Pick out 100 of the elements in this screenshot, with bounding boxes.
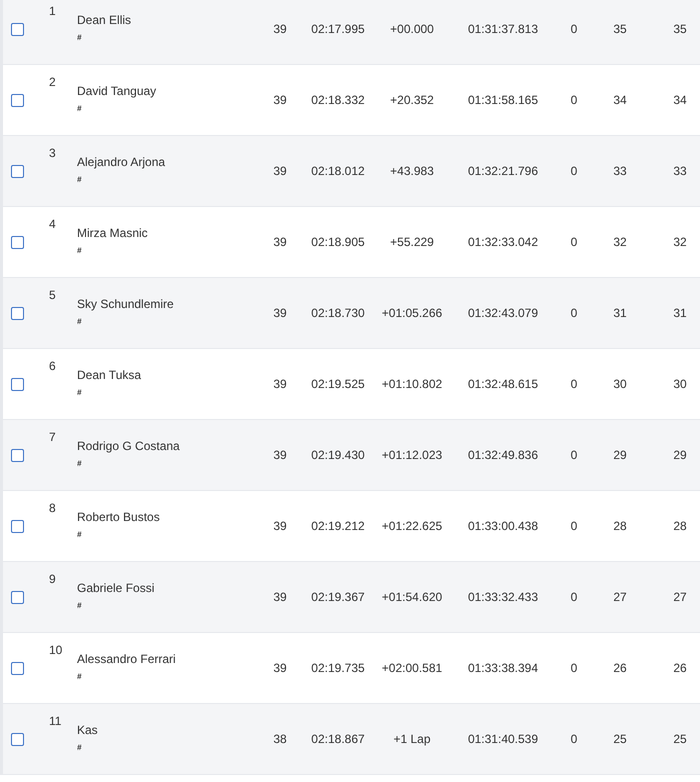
table-cell: 27 — [673, 590, 687, 604]
total-time-cell: 01:32:21.796 — [468, 164, 538, 178]
table-cell: 35 — [673, 22, 687, 36]
laps-cell: 39 — [273, 306, 287, 320]
total-time-cell: 01:31:37.813 — [468, 22, 538, 36]
table-cell: 0 — [570, 22, 578, 36]
table-cell: 0 — [570, 164, 578, 178]
total-time-cell: 01:32:48.615 — [468, 377, 538, 391]
row-checkbox[interactable] — [11, 662, 24, 674]
table-cell: 31 — [613, 306, 627, 320]
gap-cell: +00.000 — [390, 22, 434, 36]
laps-cell: 39 — [273, 377, 287, 391]
table-cell: 0 — [570, 235, 578, 249]
table-cell: 0 — [570, 306, 578, 320]
driver-name: Roberto Bustos — [77, 510, 161, 524]
table-cell: 27 — [613, 590, 627, 604]
laps-cell: 39 — [273, 164, 287, 178]
table-cell: 25 — [673, 732, 687, 746]
table-cell: 35 — [613, 22, 627, 36]
gap-cell: +1 Lap — [393, 732, 431, 746]
table-cell: 26 — [673, 661, 687, 675]
best-lap-cell: 02:19.735 — [311, 661, 365, 675]
table-cell: 0 — [570, 590, 578, 604]
driver-tag: # — [77, 246, 250, 255]
table-cell: 0 — [570, 377, 578, 391]
driver-tag: # — [77, 104, 250, 113]
best-lap-cell: 02:19.525 — [311, 377, 365, 391]
driver-tag: # — [77, 459, 250, 468]
driver-name: Sky Schundlemire — [77, 297, 175, 311]
laps-cell: 39 — [273, 22, 287, 36]
best-lap-cell: 02:18.730 — [311, 306, 365, 320]
best-lap-cell: 02:17.995 — [311, 22, 365, 36]
table-cell: 26 — [613, 661, 627, 675]
total-time-cell: 01:33:38.394 — [468, 661, 538, 675]
driver-tag: # — [77, 388, 250, 397]
position-number: 3 — [49, 146, 56, 160]
row-checkbox[interactable] — [11, 520, 24, 532]
table-cell: 0 — [570, 93, 578, 107]
table-cell: 30 — [673, 377, 687, 391]
laps-cell: 39 — [273, 590, 287, 604]
table-cell: 28 — [673, 519, 687, 533]
driver-name: David Tanguay — [77, 84, 158, 98]
table-cell: 31 — [673, 306, 687, 320]
driver-tag: # — [77, 743, 250, 752]
table-cell: 0 — [570, 732, 578, 746]
gap-cell: +02:00.581 — [382, 661, 442, 675]
best-lap-cell: 02:18.332 — [311, 93, 365, 107]
best-lap-cell: 02:18.905 — [311, 235, 365, 249]
row-checkbox[interactable] — [11, 590, 24, 604]
best-lap-cell: 02:19.430 — [311, 448, 365, 462]
driver-tag: # — [77, 33, 250, 42]
row-checkbox[interactable] — [11, 448, 24, 462]
row-checkbox[interactable] — [11, 378, 24, 390]
driver-name: Alejandro Arjona — [77, 155, 166, 169]
row-checkbox[interactable] — [11, 732, 24, 746]
table-cell: 25 — [613, 732, 627, 746]
row-checkbox[interactable] — [11, 164, 24, 178]
table-cell: 0 — [570, 661, 578, 675]
position-number: 7 — [49, 430, 56, 444]
table-cell: 34 — [673, 93, 687, 107]
driver-tag: # — [77, 601, 250, 610]
position-number: 6 — [49, 359, 56, 373]
driver-tag: # — [77, 175, 250, 184]
total-time-cell: 01:31:58.165 — [468, 93, 538, 107]
driver-name: Rodrigo G Costana — [77, 439, 181, 453]
driver-tag: # — [77, 672, 250, 681]
position-number: 10 — [49, 643, 62, 657]
total-time-cell: 01:32:49.836 — [468, 448, 538, 462]
best-lap-cell: 02:19.367 — [311, 590, 365, 604]
best-lap-cell: 02:19.212 — [311, 519, 365, 533]
driver-name: Alessandro Ferrari — [77, 652, 177, 666]
total-time-cell: 01:33:32.433 — [468, 590, 538, 604]
gap-cell: +01:22.625 — [382, 519, 442, 533]
total-time-cell: 01:33:00.438 — [468, 519, 538, 533]
driver-name: Dean Tuksa — [77, 368, 142, 382]
table-cell: 0 — [570, 519, 578, 533]
position-number: 4 — [49, 217, 56, 231]
position-number: 1 — [49, 4, 56, 18]
table-cell: 33 — [613, 164, 627, 178]
position-number: 2 — [49, 75, 56, 89]
gap-cell: +01:54.620 — [382, 590, 442, 604]
total-time-cell: 01:32:43.079 — [468, 306, 538, 320]
laps-cell: 39 — [273, 661, 287, 675]
driver-tag: # — [77, 530, 250, 539]
driver-name: Mirza Masnic — [77, 226, 149, 240]
row-checkbox[interactable] — [11, 22, 24, 36]
position-number: 5 — [49, 288, 56, 302]
row-checkbox[interactable] — [11, 306, 24, 320]
table-cell: 0 — [570, 448, 578, 462]
row-checkbox[interactable] — [11, 94, 24, 106]
laps-cell: 39 — [273, 448, 287, 462]
driver-name: Gabriele Fossi — [77, 581, 156, 595]
laps-cell: 39 — [273, 519, 287, 533]
table-cell: 32 — [613, 235, 627, 249]
best-lap-cell: 02:18.012 — [311, 164, 365, 178]
row-checkbox[interactable] — [11, 236, 24, 248]
laps-cell: 39 — [273, 93, 287, 107]
table-cell: 29 — [673, 448, 687, 462]
gap-cell: +20.352 — [390, 93, 434, 107]
position-number: 9 — [49, 572, 56, 586]
